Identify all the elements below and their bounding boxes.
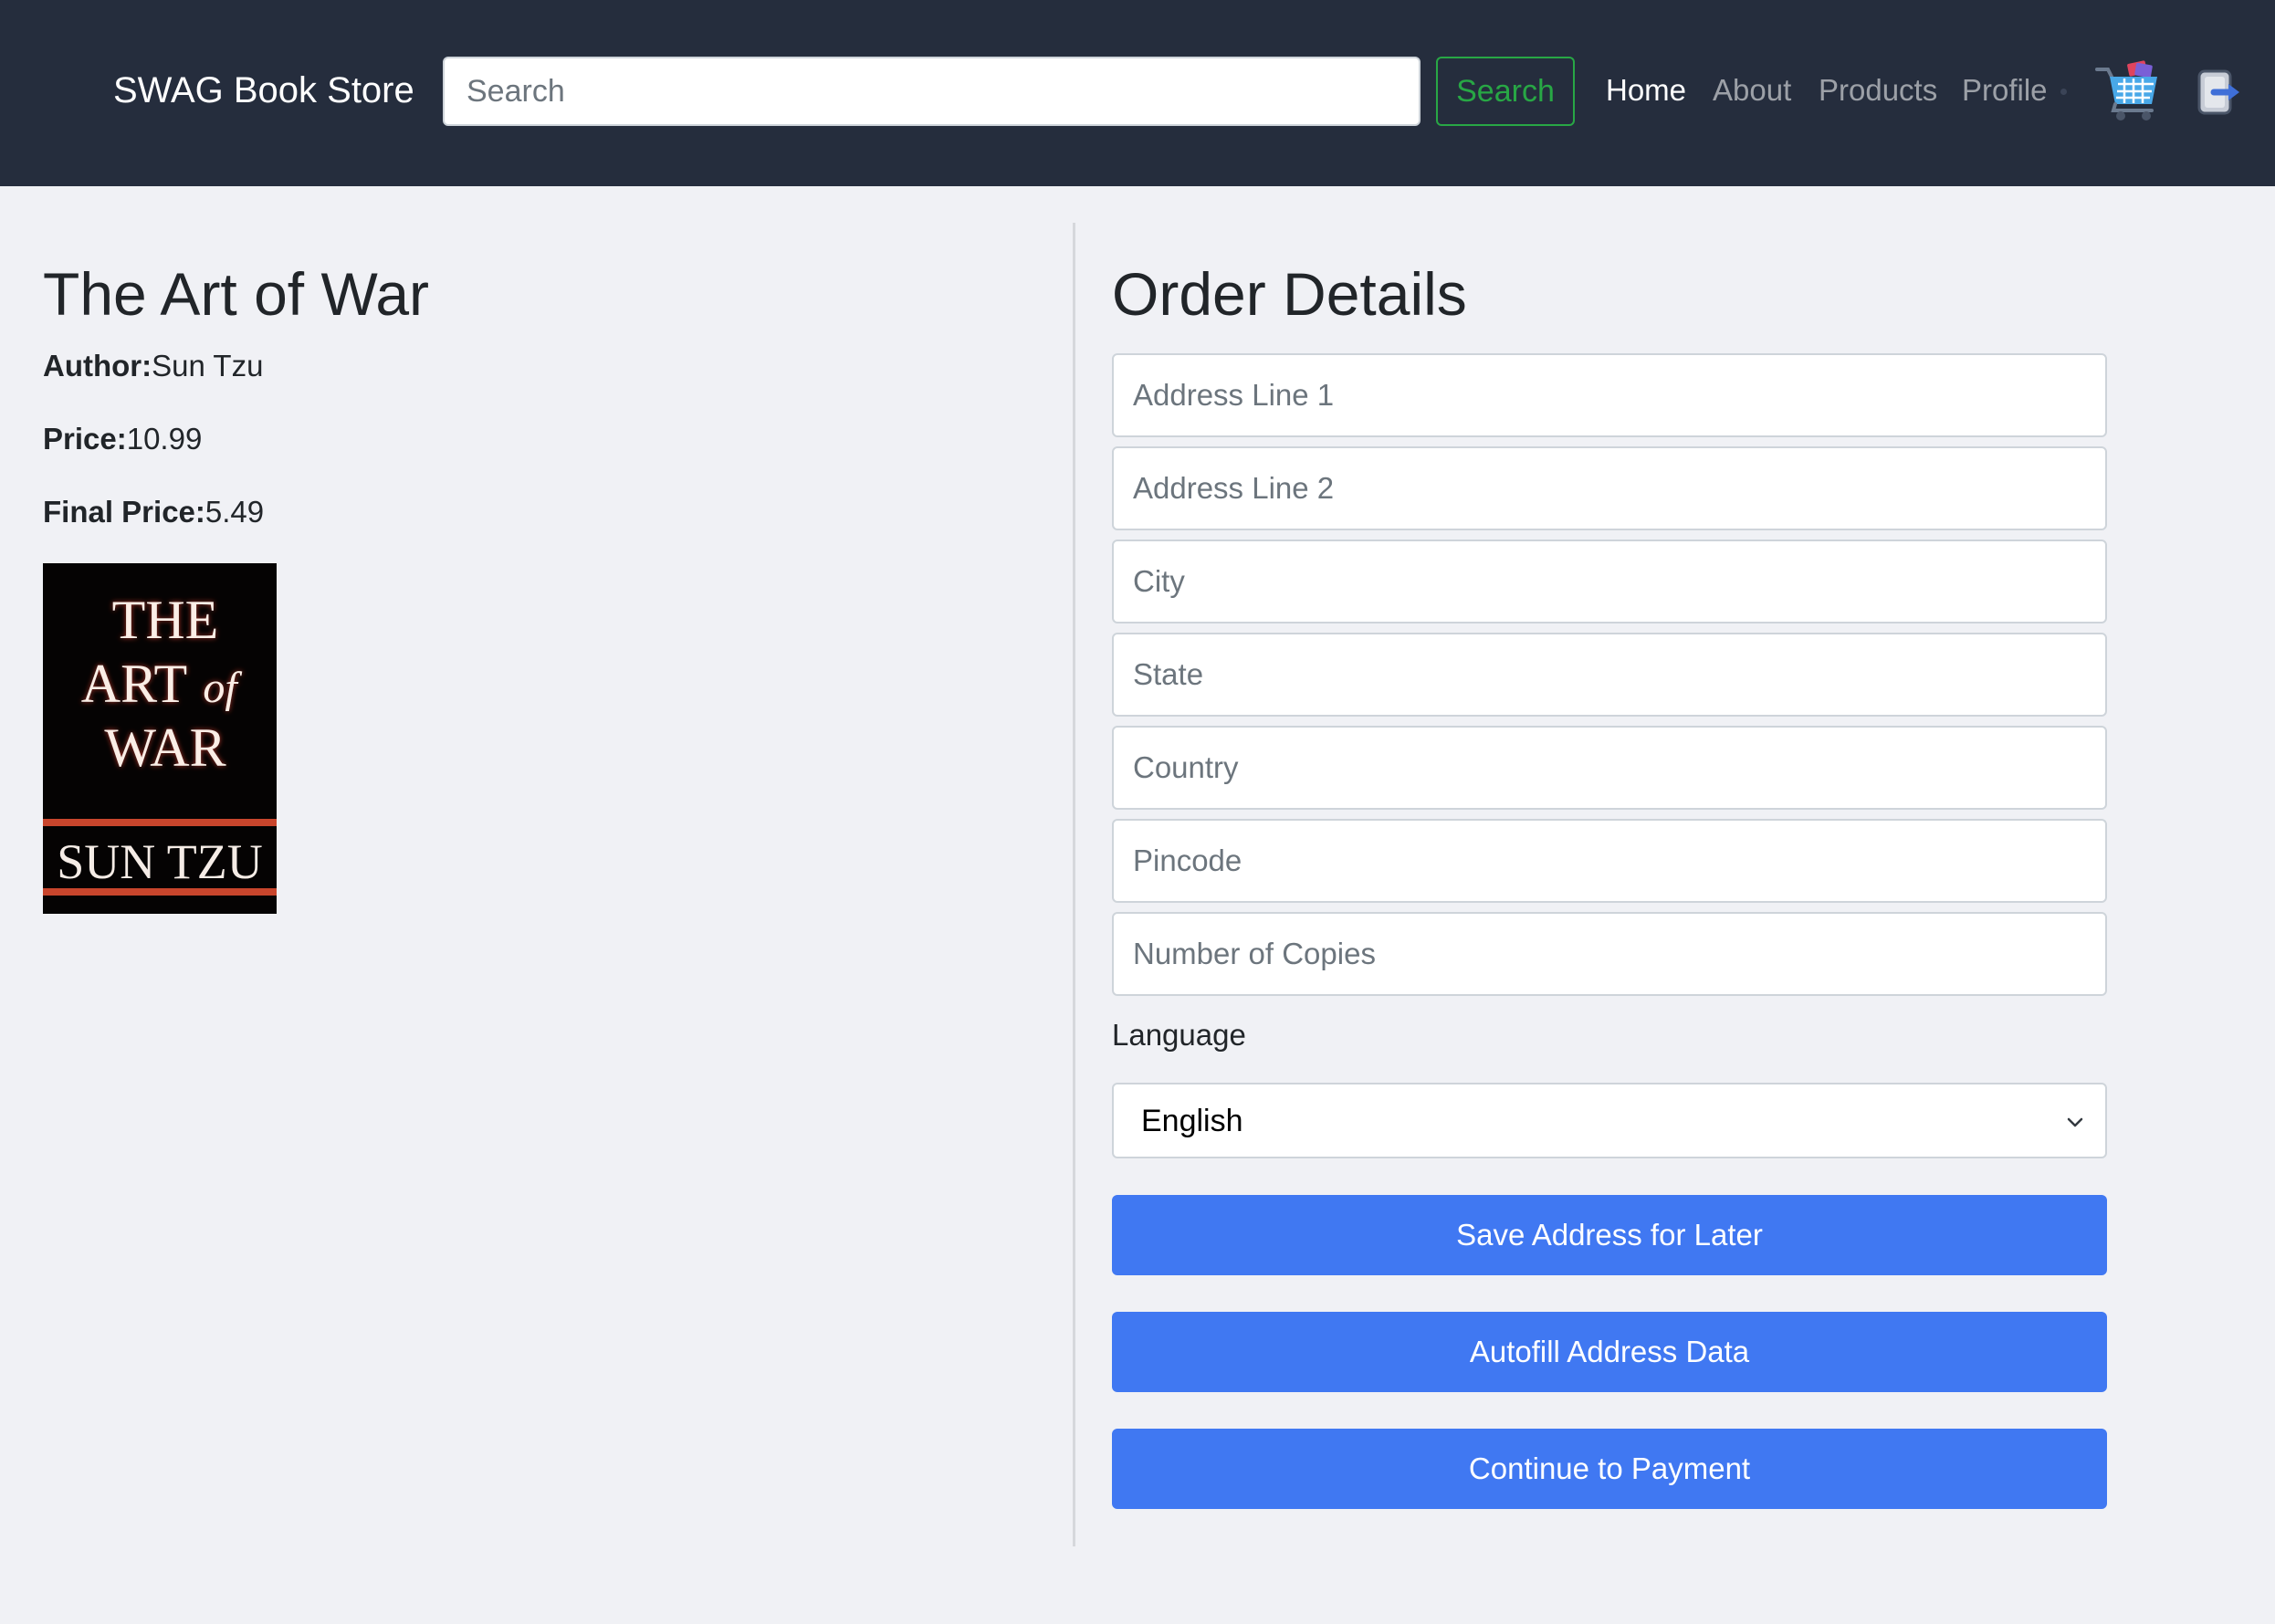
cover-title-line-3: of — [203, 664, 242, 712]
price-label: Price: — [43, 422, 127, 456]
book-final-price: Final Price:5.49 — [43, 493, 264, 531]
author-label: Author: — [43, 349, 152, 382]
final-price-value: 5.49 — [204, 495, 265, 529]
city-input[interactable] — [1112, 540, 2107, 623]
search-button[interactable]: Search — [1436, 57, 1575, 126]
address-line-2-input[interactable] — [1112, 446, 2107, 530]
save-address-button[interactable]: Save Address for Later — [1112, 1195, 2107, 1275]
nav-link-about[interactable]: About — [1713, 69, 1791, 111]
state-input[interactable] — [1112, 633, 2107, 717]
number-of-copies-input[interactable] — [1112, 912, 2107, 996]
pincode-input[interactable] — [1112, 819, 2107, 903]
author-value: Sun Tzu — [152, 349, 264, 382]
search-input[interactable] — [443, 57, 1421, 126]
country-input[interactable] — [1112, 726, 2107, 810]
logout-icon[interactable] — [2197, 68, 2243, 117]
chevron-down-icon — [2065, 1112, 2085, 1132]
nav-separator-dot — [2060, 89, 2067, 95]
price-value: 10.99 — [126, 422, 203, 456]
nav-link-products[interactable]: Products — [1819, 69, 1937, 111]
continue-to-payment-button[interactable]: Continue to Payment — [1112, 1429, 2107, 1509]
final-price-label: Final Price: — [43, 495, 205, 529]
book-price: Price:10.99 — [43, 420, 202, 458]
cover-title-line-4: WAR — [104, 718, 225, 778]
order-details-heading: Order Details — [1112, 260, 1467, 328]
book-cover-image: THE ART of WAR SUN TZU — [43, 563, 277, 914]
language-select[interactable]: English — [1112, 1083, 2107, 1158]
navbar: SWAG Book Store Search Home About Produc… — [0, 0, 2275, 186]
cover-title-line-2: ART — [81, 654, 187, 714]
nav-link-home[interactable]: Home — [1606, 69, 1686, 111]
nav-link-profile[interactable]: Profile — [1962, 69, 2048, 111]
book-author: Author:Sun Tzu — [43, 347, 263, 385]
language-label: Language — [1112, 1018, 1246, 1052]
book-title: The Art of War — [43, 260, 430, 328]
address-line-1-input[interactable] — [1112, 353, 2107, 437]
cover-title-line-1: THE — [112, 590, 219, 650]
column-divider — [1073, 223, 1075, 1546]
brand-logo-text[interactable]: SWAG Book Store — [113, 67, 414, 114]
autofill-address-button[interactable]: Autofill Address Data — [1112, 1312, 2107, 1392]
cart-icon[interactable] — [2095, 58, 2163, 122]
language-selected-value: English — [1141, 1104, 1243, 1138]
cover-author: SUN TZU — [57, 834, 263, 889]
